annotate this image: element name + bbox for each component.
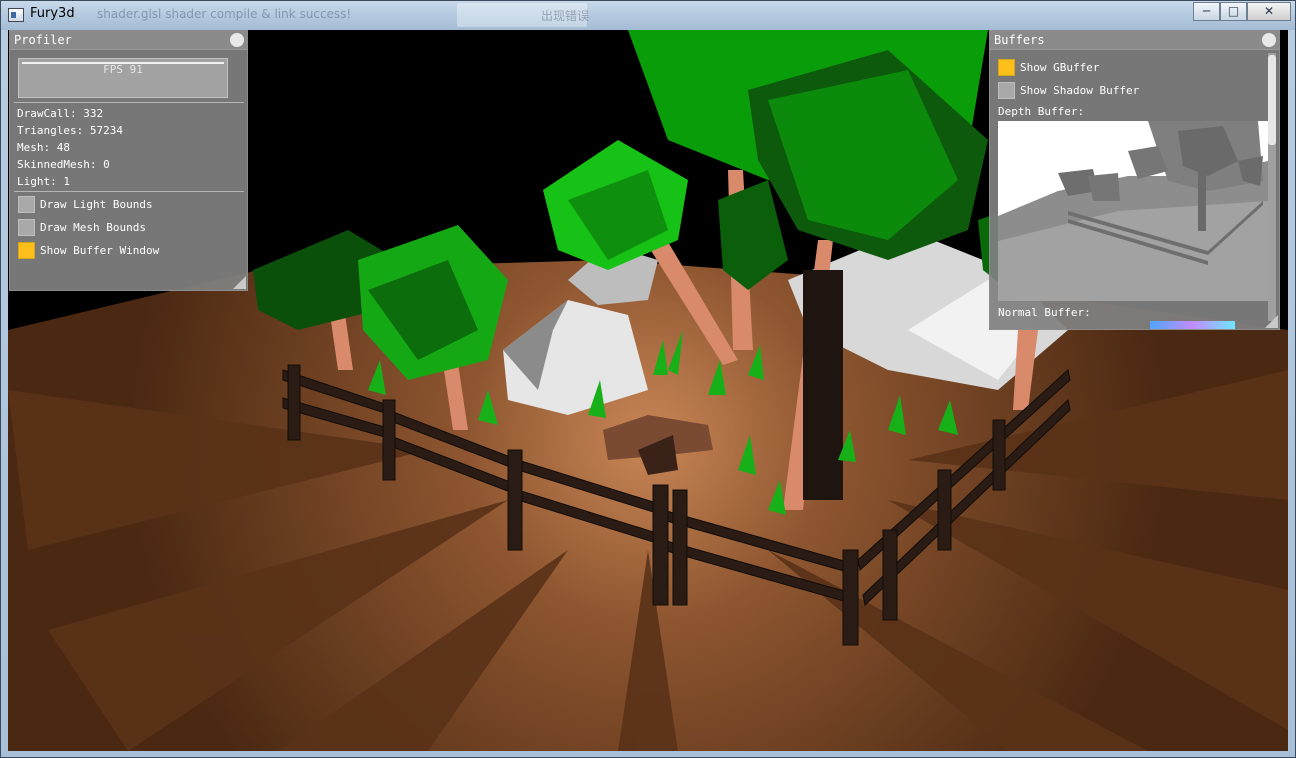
window-controls: ─ □ ✕ xyxy=(1193,2,1291,21)
profiler-separator xyxy=(14,102,244,103)
light-stat: Light: 1 xyxy=(17,175,70,188)
show-shadow-buffer-checkbox[interactable] xyxy=(998,82,1015,99)
render-viewport[interactable]: Profiler FPS 91 DrawCall: 332 Triangles:… xyxy=(8,30,1288,751)
show-buffer-window-option[interactable]: Show Buffer Window xyxy=(18,242,159,259)
triangles-stat: Triangles: 57234 xyxy=(17,124,123,137)
background-window-text: shader.glsl shader compile & link succes… xyxy=(97,7,352,21)
draw-mesh-bounds-label: Draw Mesh Bounds xyxy=(40,221,146,234)
show-buffer-window-checkbox[interactable] xyxy=(18,242,35,259)
app-icon xyxy=(8,8,24,22)
fps-graph: FPS 91 xyxy=(18,58,228,98)
buffers-title: Buffers xyxy=(994,33,1045,47)
profiler-resize-grip[interactable] xyxy=(233,276,246,289)
window-title: Fury3d xyxy=(30,6,75,21)
profiler-separator-2 xyxy=(14,191,244,192)
show-shadow-buffer-label: Show Shadow Buffer xyxy=(1020,84,1140,97)
minimize-button[interactable]: ─ xyxy=(1193,2,1220,21)
draw-mesh-bounds-option[interactable]: Draw Mesh Bounds xyxy=(18,219,146,236)
title-bar[interactable]: Fury3d shader.glsl shader compile & link… xyxy=(1,1,1295,30)
app-window: Fury3d shader.glsl shader compile & link… xyxy=(0,0,1296,758)
fps-readout: FPS 91 xyxy=(103,63,143,76)
mesh-stat: Mesh: 48 xyxy=(17,141,70,154)
show-buffer-window-label: Show Buffer Window xyxy=(40,244,160,257)
show-gbuffer-label: Show GBuffer xyxy=(1020,61,1100,74)
buffers-title-bar[interactable]: Buffers xyxy=(990,31,1279,50)
show-gbuffer-checkbox[interactable] xyxy=(998,59,1015,76)
buffers-panel: Buffers Show GBuffer Show Shadow Buffer … xyxy=(989,30,1280,330)
skinned-mesh-stat: SkinnedMesh: 0 xyxy=(17,158,110,171)
draw-light-bounds-option[interactable]: Draw Light Bounds xyxy=(18,196,153,213)
draw-light-bounds-label: Draw Light Bounds xyxy=(40,198,153,211)
profiler-title-bar[interactable]: Profiler xyxy=(10,31,247,50)
normal-buffer-label: Normal Buffer: xyxy=(998,306,1091,319)
buffers-scrollbar[interactable] xyxy=(1268,53,1276,321)
profiler-title: Profiler xyxy=(14,33,72,47)
draw-light-bounds-checkbox[interactable] xyxy=(18,196,35,213)
buffers-resize-grip[interactable] xyxy=(1265,315,1278,328)
normal-buffer-image xyxy=(1150,321,1235,329)
buffers-scrollbar-thumb[interactable] xyxy=(1268,55,1276,145)
draw-mesh-bounds-checkbox[interactable] xyxy=(18,219,35,236)
background-window-text-2: 出现错误 xyxy=(541,9,590,23)
show-gbuffer-option[interactable]: Show GBuffer xyxy=(998,59,1099,76)
drawcall-stat: DrawCall: 332 xyxy=(17,107,104,120)
maximize-button[interactable]: □ xyxy=(1220,2,1247,21)
depth-buffer-label: Depth Buffer: xyxy=(998,105,1085,118)
profiler-close-button[interactable] xyxy=(230,33,244,47)
close-button[interactable]: ✕ xyxy=(1247,2,1291,21)
show-shadow-buffer-option[interactable]: Show Shadow Buffer xyxy=(998,82,1139,99)
profiler-panel: Profiler FPS 91 DrawCall: 332 Triangles:… xyxy=(9,30,248,291)
depth-buffer-image xyxy=(998,121,1268,301)
buffers-close-button[interactable] xyxy=(1262,33,1276,47)
